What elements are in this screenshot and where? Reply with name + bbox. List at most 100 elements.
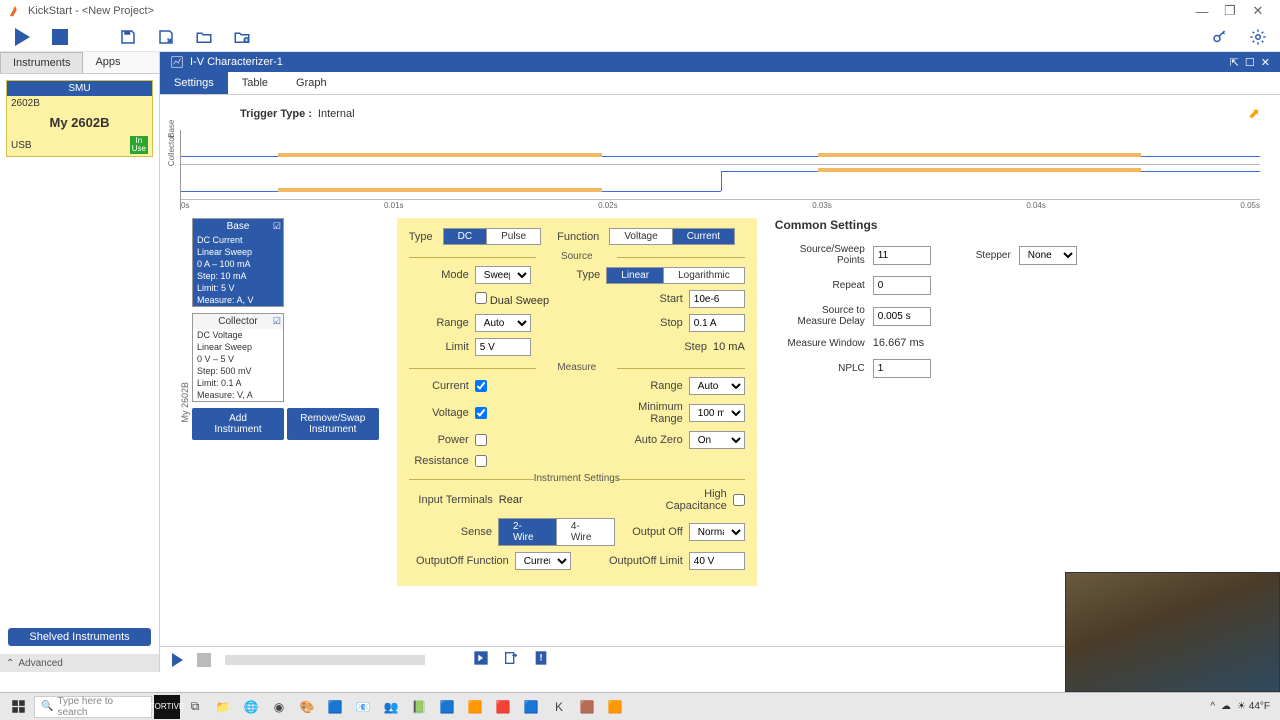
sense-2wire-button[interactable]: 2-Wire (499, 519, 557, 545)
delay-input[interactable] (873, 307, 931, 326)
output-off-select[interactable]: Normal (689, 523, 745, 541)
tab-apps[interactable]: Apps (83, 52, 132, 73)
type-segment: DC Pulse (443, 228, 541, 245)
taskbar-search[interactable]: 🔍 Type here to search (34, 696, 152, 718)
app-icon-1[interactable]: 🎨 (294, 695, 320, 719)
key-button[interactable] (1210, 27, 1230, 47)
minimize-button[interactable]: — (1188, 4, 1216, 19)
stop-input[interactable] (689, 314, 745, 332)
teams-icon[interactable]: 👥 (378, 695, 404, 719)
edge-icon[interactable]: 🌐 (238, 695, 264, 719)
channel-card-base[interactable]: Base☑ DC Current Linear Sweep 0 A – 100 … (192, 218, 284, 307)
run-button[interactable] (12, 27, 32, 47)
instrument-card[interactable]: SMU 2602B My 2602B USB In Use (6, 80, 153, 157)
function-segment: Voltage Current (609, 228, 735, 245)
autozero-select[interactable]: On (689, 431, 745, 449)
restore-button[interactable]: ❐ (1216, 3, 1244, 19)
tray-cloud-icon[interactable]: ☁ (1221, 701, 1231, 712)
type-dc-button[interactable]: DC (444, 229, 487, 244)
output-off-label: Output Off (615, 526, 683, 538)
app-icon-8[interactable]: 🟧 (602, 695, 628, 719)
repeat-input[interactable] (873, 276, 931, 295)
start-button[interactable] (4, 695, 32, 719)
function-voltage-button[interactable]: Voltage (610, 229, 672, 244)
subtab-settings[interactable]: Settings (160, 72, 228, 94)
dual-sweep-checkbox[interactable]: Dual Sweep (475, 292, 549, 307)
outputoff-limit-input[interactable] (689, 552, 745, 570)
stop-button[interactable] (50, 27, 70, 47)
collector-checkbox-icon[interactable]: ☑ (273, 316, 281, 327)
panel-close-icon[interactable]: ✕ (1261, 56, 1270, 69)
nplc-input[interactable] (873, 359, 931, 378)
source-range-select[interactable]: Auto (475, 314, 531, 332)
scrub-bar[interactable] (225, 655, 425, 665)
points-label: Source/Sweep Points (775, 244, 865, 266)
base-checkbox-icon[interactable]: ☑ (273, 221, 281, 232)
shelved-instruments-button[interactable]: Shelved Instruments (8, 628, 151, 646)
settings-gear-button[interactable] (1248, 27, 1268, 47)
outputoff-function-select[interactable]: Current (515, 552, 571, 570)
save-button[interactable] (118, 27, 138, 47)
min-range-select[interactable]: 100 mV (689, 404, 745, 422)
app-icon-3[interactable]: 🟧 (462, 695, 488, 719)
app-icon-4[interactable]: 🟥 (490, 695, 516, 719)
limit-input[interactable] (475, 338, 531, 356)
system-tray[interactable]: ^ ☁ ☀ 44°F (1210, 701, 1276, 712)
export-button[interactable] (156, 27, 176, 47)
tray-weather[interactable]: ☀ 44°F (1237, 701, 1270, 712)
fortive-button[interactable]: FORTIVE (154, 695, 180, 719)
app-icon-5[interactable]: 🟦 (518, 695, 544, 719)
type-pulse-button[interactable]: Pulse (487, 229, 540, 244)
measure-voltage-checkbox[interactable] (475, 407, 487, 419)
chrome-icon[interactable]: ◉ (266, 695, 292, 719)
remove-swap-instrument-button[interactable]: Remove/Swap Instrument (287, 408, 379, 440)
close-button[interactable]: ✕ (1244, 3, 1272, 19)
min-range-label: Minimum Range (615, 401, 683, 425)
app-icon-6[interactable]: K (546, 695, 572, 719)
bottom-stop-button[interactable] (197, 653, 211, 667)
measure-current-checkbox[interactable] (475, 380, 487, 392)
subtab-table[interactable]: Table (228, 72, 282, 94)
word-icon[interactable]: 🟦 (434, 695, 460, 719)
logarithmic-button[interactable]: Logarithmic (664, 268, 744, 283)
start-input[interactable] (689, 290, 745, 308)
instrument-settings-section: Instrument Settings (409, 473, 745, 484)
subtab-graph[interactable]: Graph (282, 72, 341, 94)
measure-resistance-checkbox[interactable] (475, 455, 487, 467)
high-cap-checkbox[interactable] (733, 494, 745, 506)
bottom-play-button[interactable] (172, 653, 183, 667)
add-instrument-button[interactable]: Add Instrument (192, 408, 284, 440)
excel-icon[interactable]: 📗 (406, 695, 432, 719)
measure-power-label: Power (409, 434, 469, 446)
open-button[interactable] (194, 27, 214, 47)
linear-button[interactable]: Linear (607, 268, 664, 283)
input-terminals-label: Input Terminals (409, 494, 493, 506)
measure-range-select[interactable]: Auto (689, 377, 745, 395)
file-explorer-icon[interactable]: 📁 (210, 695, 236, 719)
app-icon-7[interactable]: 🟫 (574, 695, 600, 719)
type-label: Type (409, 231, 433, 243)
tray-chevron-icon[interactable]: ^ (1210, 701, 1215, 712)
task-view-icon[interactable]: ⧉ (182, 695, 208, 719)
channel-card-collector[interactable]: Collector☑ DC Voltage Linear Sweep 0 V –… (192, 313, 284, 402)
sense-4wire-button[interactable]: 4-Wire (557, 519, 614, 545)
function-current-button[interactable]: Current (673, 229, 734, 244)
tab-instruments[interactable]: Instruments (0, 52, 83, 73)
export-data-button[interactable] (503, 650, 519, 669)
mode-select[interactable]: Sweep (475, 266, 531, 284)
collector-header: Collector (218, 316, 257, 327)
stepper-select[interactable]: None (1019, 246, 1077, 265)
panel-popout-icon[interactable]: ⇱ (1230, 56, 1239, 69)
new-folder-button[interactable] (232, 27, 252, 47)
app-icon-2[interactable]: 🟦 (322, 695, 348, 719)
popout-icon[interactable]: ⬈ (1248, 105, 1260, 122)
advanced-bar[interactable]: ⌃ Advanced (0, 654, 159, 672)
function-label: Function (557, 231, 599, 243)
panel-maximize-icon[interactable]: ☐ (1245, 56, 1255, 69)
points-input[interactable] (873, 246, 931, 265)
outlook-icon[interactable]: 📧 (350, 695, 376, 719)
input-terminals-value: Rear (499, 494, 523, 506)
info-button[interactable]: ! (533, 650, 549, 669)
skip-end-button[interactable] (473, 650, 489, 669)
measure-power-checkbox[interactable] (475, 434, 487, 446)
